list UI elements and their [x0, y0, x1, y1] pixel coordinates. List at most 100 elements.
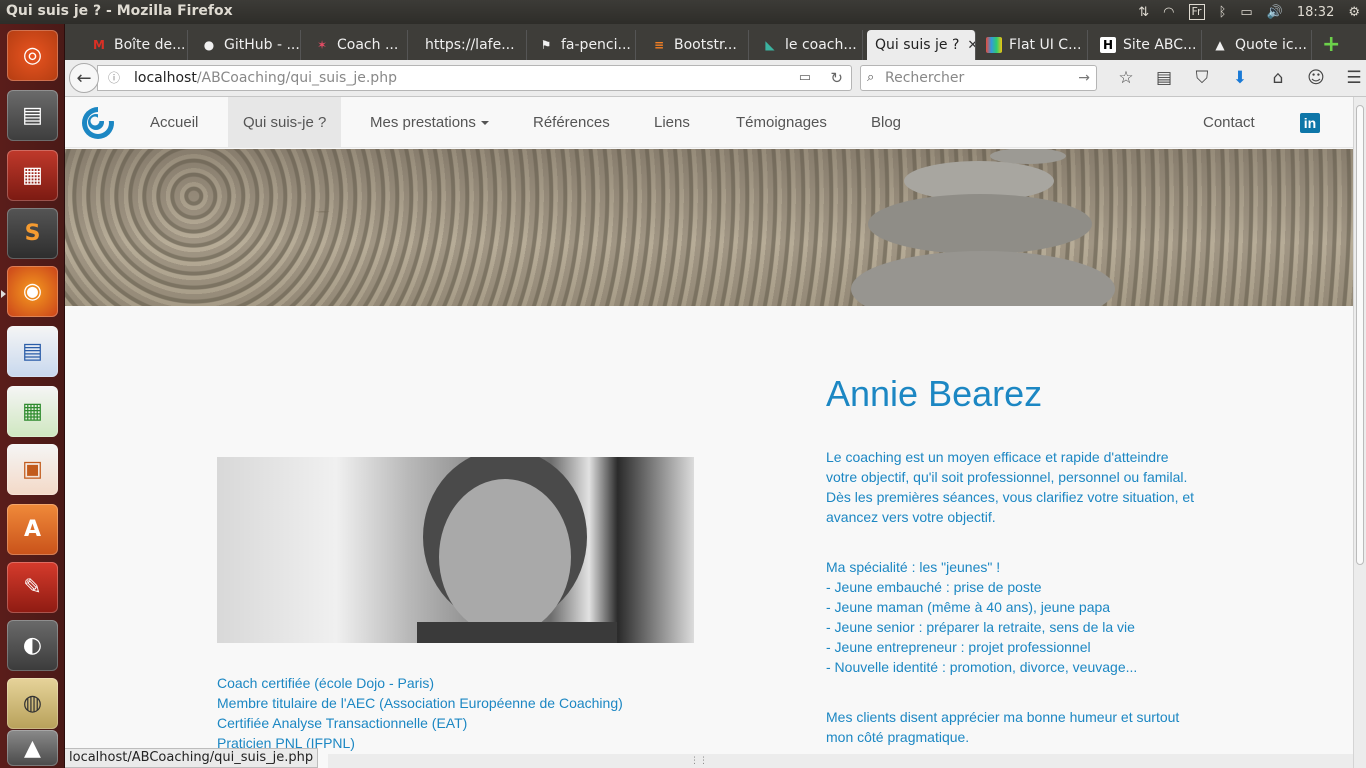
tab-coach[interactable]: ✶ Coach ...	[308, 30, 408, 60]
settings-icon[interactable]: ✎	[7, 562, 58, 613]
url-host: localhost	[134, 70, 197, 86]
intro-paragraph: Le coaching est un moyen efficace et rap…	[826, 447, 1226, 527]
specialty-line: - Jeune embauché : prise de poste	[826, 579, 1042, 595]
pocket-icon[interactable]: ⛉	[1183, 66, 1221, 90]
nav-qui-suis-je[interactable]: Qui suis-je ?	[228, 97, 342, 148]
tab-label: Flat UI C...	[1009, 37, 1082, 53]
image-viewer-icon[interactable]: ◍	[7, 678, 58, 729]
reload-icon[interactable]: ↻	[830, 66, 843, 90]
tab-gmail[interactable]: M Boîte de...	[85, 30, 188, 60]
tab-quote-icon[interactable]: ▲ Quote ic...	[1206, 30, 1312, 60]
scrollbar-thumb[interactable]	[1356, 105, 1364, 565]
download-icon[interactable]: ⬇	[1221, 66, 1259, 90]
gmail-icon: M	[93, 38, 105, 52]
url-path: /ABCoaching/qui_suis_je.php	[196, 70, 397, 86]
stacked-stones-image	[851, 149, 1115, 306]
portrait-silhouette	[417, 457, 617, 643]
home-icon[interactable]: ⌂	[1259, 66, 1297, 90]
intro-line: Le coaching est un moyen efficace et rap…	[826, 449, 1169, 465]
nav-liens[interactable]: Liens	[639, 97, 705, 148]
tab-strip: M Boîte de... ● GitHub - ... ✶ Coach ... ht…	[65, 24, 1366, 60]
ubuntu-icon[interactable]: ◎	[7, 30, 58, 81]
terminal-icon[interactable]: ▦	[7, 150, 58, 201]
qualification-item: Membre titulaire de l'AEC (Association E…	[217, 695, 623, 711]
page-viewport: Accueil Qui suis-je ? Mes prestations Ré…	[65, 97, 1353, 768]
nav-mes-prestations[interactable]: Mes prestations	[355, 97, 504, 148]
sublime-icon[interactable]: S	[7, 208, 58, 259]
spiral-logo-icon[interactable]	[80, 105, 116, 141]
inkscape-icon[interactable]: ▲	[7, 730, 58, 766]
intro-line: avancez vers votre objectif.	[826, 509, 996, 525]
tab-le-coach[interactable]: ◣ le coach...	[756, 30, 863, 60]
wifi-icon[interactable]: ◠	[1163, 5, 1174, 20]
close-icon[interactable]: ✕	[967, 38, 975, 53]
tab-label: Site ABC...	[1123, 37, 1197, 53]
launcher: ◎ ▤ ▦ S ◉ ▤ ▦ ▣ A ✎ ◐ ◍ ▲	[0, 24, 65, 768]
horizontal-scrollbar[interactable]: ⋮⋮	[328, 754, 1353, 768]
url-bar[interactable]: ⓘ localhost/ABCoaching/qui_suis_je.php ▭…	[97, 65, 852, 91]
nav-blog[interactable]: Blog	[856, 97, 916, 148]
specialty-paragraph: Ma spécialité : les "jeunes" ! - Jeune e…	[826, 557, 1226, 677]
nav-contact[interactable]: Contact	[1188, 97, 1270, 148]
top-panel: Qui suis je ? - Mozilla Firefox ⇅ ◠ Fr ᛒ…	[0, 0, 1366, 24]
tab-bootstrap[interactable]: ≡ Bootstr...	[645, 30, 749, 60]
clients-line: Mes clients disent apprécier ma bonne hu…	[826, 709, 1180, 725]
gimp-icon[interactable]: ◐	[7, 620, 58, 671]
specialty-line: - Nouvelle identité : promotion, divorce…	[826, 659, 1138, 675]
writer-icon[interactable]: ▤	[7, 326, 58, 377]
scroll-grip-icon: ⋮⋮	[690, 756, 708, 766]
bookmark-star-icon[interactable]: ☆	[1107, 66, 1145, 90]
drop-icon: ▲	[1215, 38, 1225, 52]
window-title: Qui suis je ? - Mozilla Firefox	[6, 3, 233, 19]
menu-icon[interactable]: ☰	[1335, 66, 1366, 90]
tab-label: GitHub - ...	[224, 37, 300, 53]
bookmarks-list-icon[interactable]: ▤	[1145, 66, 1183, 90]
nav-references[interactable]: Références	[518, 97, 625, 148]
tab-label: Qui suis je ?	[875, 37, 960, 53]
search-input[interactable]: ⌕ Rechercher →	[860, 65, 1097, 91]
tab-label: Boîte de...	[114, 37, 186, 53]
impress-icon[interactable]: ▣	[7, 444, 58, 495]
flatui-icon	[986, 37, 1002, 53]
tab-site-abc[interactable]: H Site ABC...	[1094, 30, 1202, 60]
reader-view-icon[interactable]: ▭	[799, 66, 811, 90]
bluetooth-icon[interactable]: ᛒ	[1219, 5, 1227, 20]
tab-label: Bootstr...	[674, 37, 737, 53]
search-go-icon[interactable]: →	[1078, 66, 1090, 90]
tab-label: fa-penci...	[561, 37, 631, 53]
nav-temoignages[interactable]: Témoignages	[721, 97, 842, 148]
software-center-icon[interactable]: A	[7, 504, 58, 555]
back-button[interactable]: ←	[69, 63, 99, 93]
h-icon: H	[1100, 37, 1116, 53]
specialty-line: - Jeune maman (même à 40 ans), jeune pap…	[826, 599, 1111, 615]
firefox-icon[interactable]: ◉	[7, 266, 58, 317]
new-tab-icon[interactable]: +	[1322, 32, 1340, 57]
tab-github[interactable]: ● GitHub - ...	[195, 30, 301, 60]
gear-icon[interactable]: ⚙	[1348, 5, 1360, 20]
calc-icon[interactable]: ▦	[7, 386, 58, 437]
network-manager-icon[interactable]: ⇅	[1138, 5, 1149, 20]
battery-icon[interactable]: ▭	[1240, 5, 1252, 20]
nav-toolbar: ⓘ localhost/ABCoaching/qui_suis_je.php ▭…	[65, 60, 1366, 97]
clients-paragraph: Mes clients disent apprécier ma bonne hu…	[826, 707, 1226, 747]
vertical-scrollbar[interactable]	[1353, 97, 1366, 768]
files-icon[interactable]: ▤	[7, 90, 58, 141]
portrait-photo	[217, 457, 694, 643]
intro-line: votre objectif, qu'il soit professionnel…	[826, 469, 1188, 485]
tab-label: le coach...	[785, 37, 857, 53]
linkedin-icon[interactable]: in	[1300, 113, 1320, 133]
star-icon: ✶	[316, 38, 328, 52]
tab-flat-ui[interactable]: Flat UI C...	[980, 30, 1088, 60]
search-icon: ⌕	[867, 70, 875, 85]
site-navbar: Accueil Qui suis-je ? Mes prestations Ré…	[65, 97, 1353, 148]
volume-icon[interactable]: 🔊	[1267, 5, 1283, 20]
chat-icon[interactable]: ☺	[1297, 66, 1335, 90]
nav-accueil[interactable]: Accueil	[135, 97, 213, 148]
tab-lafe[interactable]: https://lafe...	[419, 30, 527, 60]
clock[interactable]: 18:32	[1297, 5, 1334, 20]
keyboard-layout-indicator[interactable]: Fr	[1188, 4, 1205, 20]
back-arrow-icon: ←	[76, 67, 92, 89]
tab-fa-pencil[interactable]: ⚑ fa-penci...	[532, 30, 636, 60]
tab-qui-suis-je[interactable]: Qui suis je ? ✕	[867, 30, 976, 60]
info-icon[interactable]: ⓘ	[108, 66, 120, 90]
